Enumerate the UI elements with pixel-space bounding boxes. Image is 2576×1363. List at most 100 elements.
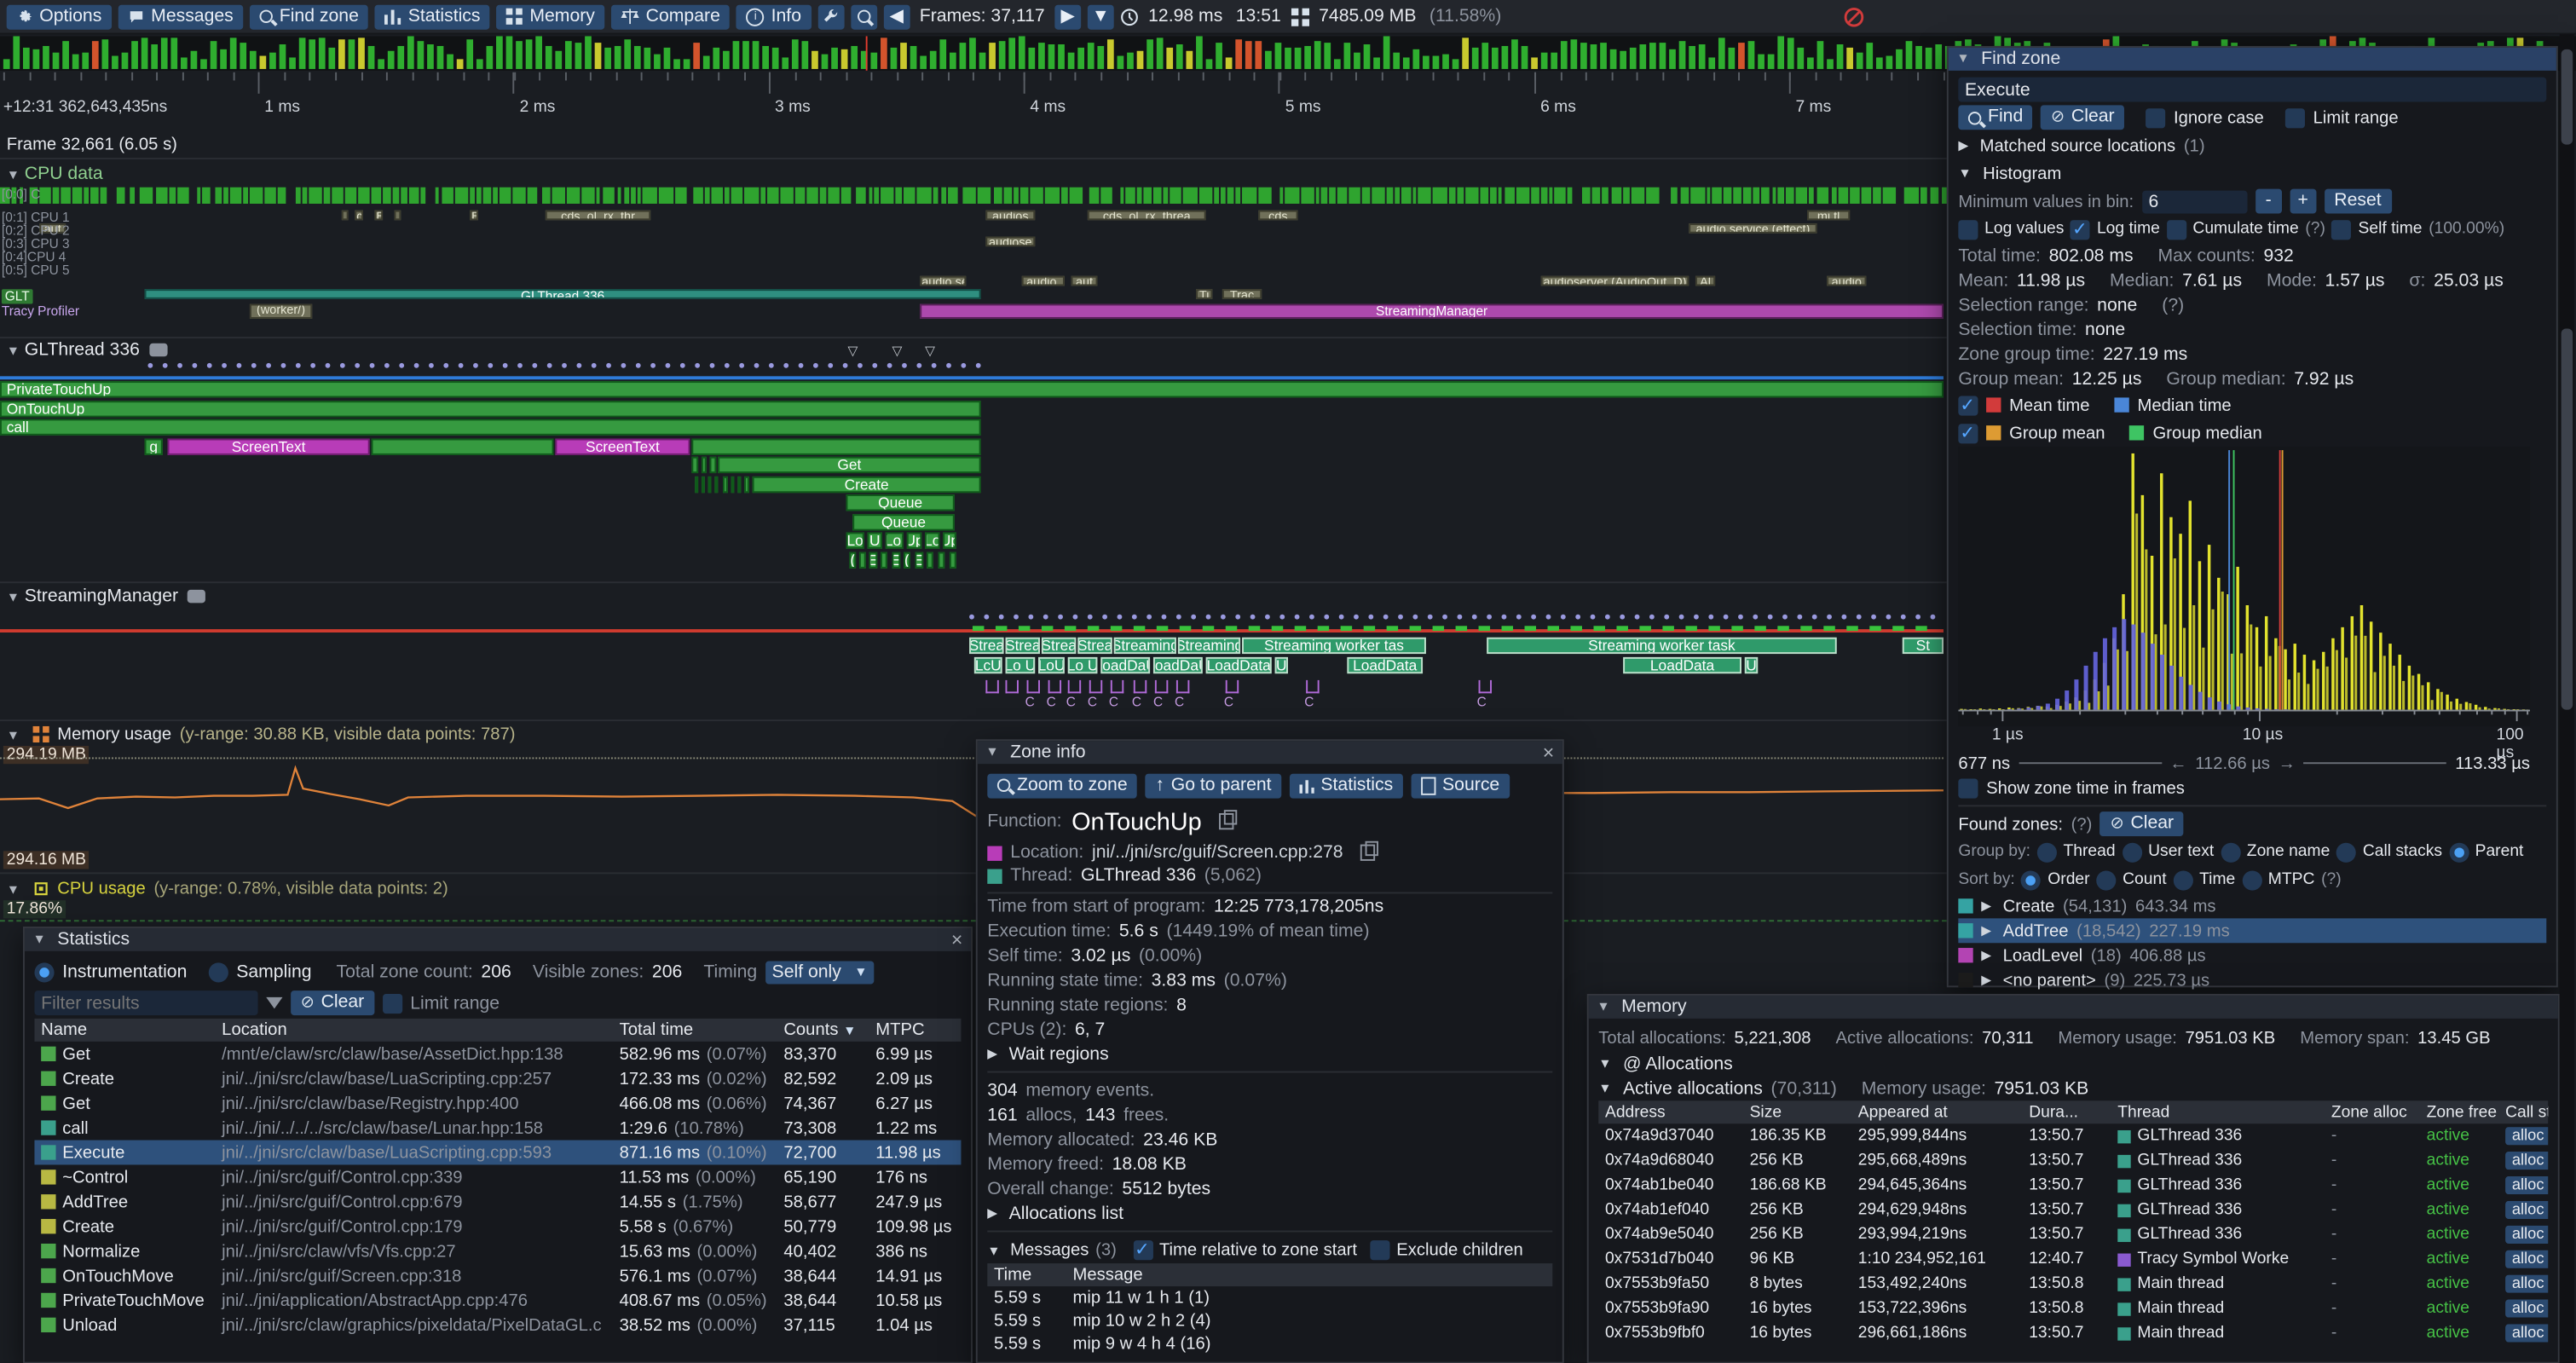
message-mark[interactable]	[1176, 680, 1189, 693]
cpu-activity[interactable]	[1582, 188, 1591, 204]
cpu-activity[interactable]	[1753, 188, 1759, 204]
thread-pin-icon[interactable]	[149, 344, 167, 356]
message-dot[interactable]	[858, 363, 863, 368]
find-button[interactable]: Find	[1958, 105, 2033, 130]
message-dot[interactable]	[1309, 615, 1314, 620]
cpu-activity[interactable]	[933, 188, 939, 204]
zone[interactable]: Lo U	[1006, 657, 1036, 673]
cpu-activity[interactable]	[1321, 188, 1328, 204]
message-dot[interactable]	[592, 363, 597, 368]
message-dot[interactable]	[147, 363, 153, 368]
statistics-row[interactable]: OnTouchMovejni/../jni/src/guif/Screen.cp…	[34, 1263, 961, 1288]
cpu-activity[interactable]	[303, 188, 308, 204]
cpu-activity[interactable]	[1671, 188, 1678, 204]
cpu-activity[interactable]	[840, 188, 851, 204]
radio-call-stacks[interactable]	[2336, 842, 2356, 862]
statistics-row[interactable]: AddTreejni/../jni/src/guif/Control.cpp:6…	[34, 1189, 961, 1214]
cpu-zone[interactable]	[342, 211, 349, 221]
alloc-callstack-button[interactable]: alloc	[2505, 1250, 2548, 1268]
message-dot[interactable]	[1708, 615, 1713, 620]
memory-titlebar[interactable]: ▼ Memory	[1589, 996, 2558, 1019]
cpu-data-section-header[interactable]: ▼ CPU data	[7, 165, 103, 184]
cpu-activity[interactable]	[177, 188, 188, 204]
cpu-activity[interactable]	[880, 188, 893, 204]
cpu-activity[interactable]	[1401, 188, 1412, 204]
alloc-callstack-button[interactable]: alloc	[2505, 1299, 2548, 1317]
memory-plot-header[interactable]: ▼ Memory usage (y-range: 30.88 KB, visib…	[7, 725, 516, 744]
zone[interactable]: Lo U	[1068, 657, 1098, 673]
cpu-activity[interactable]	[1395, 188, 1399, 204]
zone[interactable]: LoadDaU	[1100, 657, 1150, 673]
cpu-zone[interactable]: E	[470, 211, 478, 221]
message-dot[interactable]	[473, 363, 478, 368]
reset-button[interactable]: Reset	[2325, 189, 2392, 214]
message-dot[interactable]	[355, 363, 360, 368]
message-dot[interactable]	[1620, 615, 1625, 620]
message-dot[interactable]	[1649, 615, 1655, 620]
message-dot[interactable]	[680, 363, 685, 368]
message-dot[interactable]	[1339, 615, 1344, 620]
cpu-activity[interactable]	[1832, 188, 1837, 204]
matched-locations-toggle[interactable]: ▶Matched source locations(1)	[1958, 131, 2546, 159]
cpu-activity[interactable]	[441, 188, 453, 204]
scrollbar-thumb[interactable]	[2562, 49, 2573, 145]
scrollbar-thumb[interactable]	[2562, 328, 2573, 709]
zone[interactable]: U	[868, 532, 882, 548]
increase-bin-button[interactable]: +	[2290, 189, 2316, 214]
message-mark[interactable]	[1306, 680, 1319, 693]
message-dot[interactable]	[1738, 615, 1743, 620]
message-dot[interactable]	[414, 363, 419, 368]
cpu-activity[interactable]	[947, 188, 958, 204]
cpu-activity[interactable]	[345, 188, 356, 204]
message-dot[interactable]	[488, 363, 493, 368]
cpu-zone[interactable]: cds_ol_rx_thr	[546, 211, 650, 221]
cpu-activity[interactable]	[1349, 188, 1360, 204]
message-dot[interactable]	[177, 363, 182, 368]
cpu-activity[interactable]	[117, 188, 124, 204]
message-dot[interactable]	[399, 363, 404, 368]
zone[interactable]: Up	[943, 532, 956, 548]
statistics-row[interactable]: Normalizejni/../jni/src/claw/vfs/Vfs.cpp…	[34, 1239, 961, 1263]
alloc-callstack-button[interactable]: alloc	[2505, 1226, 2548, 1244]
message-dot[interactable]	[799, 363, 804, 368]
collapse-arrow-icon[interactable]: ▼	[987, 1243, 1000, 1257]
zone[interactable]: LcU	[974, 657, 1002, 673]
cpu-zone[interactable]: audio.se	[920, 276, 966, 286]
zone[interactable]: Up	[907, 532, 921, 548]
cpu-activity[interactable]	[1480, 188, 1488, 204]
message-dot[interactable]	[251, 363, 257, 368]
cpu-activity[interactable]	[731, 188, 742, 204]
thread-pin-icon[interactable]	[188, 590, 206, 603]
cpu-zone[interactable]: audiose	[985, 237, 1035, 247]
radio-time[interactable]	[2173, 870, 2192, 890]
zone[interactable]: (	[849, 552, 856, 568]
cpu-activity[interactable]	[1126, 188, 1136, 204]
zone[interactable]: Queue	[852, 513, 954, 529]
collapse-arrow-icon[interactable]: ▼	[7, 343, 20, 357]
collapse-arrow-icon[interactable]: ▼	[7, 881, 20, 896]
zone[interactable]: OnTouchUp	[0, 400, 981, 416]
cpu-activity[interactable]	[1013, 188, 1019, 204]
cpu-activity[interactable]	[875, 188, 878, 204]
column-total-time[interactable]: Total time	[613, 1020, 777, 1040]
zone[interactable]	[695, 476, 698, 492]
message-dot[interactable]	[976, 363, 981, 368]
message-dot[interactable]	[1162, 615, 1167, 620]
cpu-activity[interactable]	[1883, 188, 1896, 204]
active-allocations-header[interactable]: ▼ Active allocations (70,311) Memory usa…	[1598, 1076, 2548, 1100]
statistics-row[interactable]: Getjni/../jni/src/claw/base/Registry.hpp…	[34, 1091, 961, 1116]
cpu-activity[interactable]	[1707, 188, 1711, 204]
cpu-activity[interactable]	[567, 188, 580, 204]
cpu-zone[interactable]: mi.tl	[1807, 211, 1850, 221]
statistics-row[interactable]: calljni/../jni/../../../src/claw/base/Lu…	[34, 1116, 961, 1141]
statistics-table-header[interactable]: Name Location Total time Counts ▼ MTPC	[34, 1019, 961, 1042]
cpu-activity[interactable]	[1285, 188, 1299, 204]
message-dot[interactable]	[1901, 615, 1906, 620]
cpu-activity[interactable]	[1498, 188, 1502, 204]
zone[interactable]: Get	[718, 457, 980, 473]
log-values-checkbox[interactable]	[1958, 219, 1978, 239]
close-icon[interactable]: ×	[1543, 742, 1555, 762]
cpu-activity[interactable]	[513, 188, 526, 204]
cpu-zone[interactable]: audio.	[1022, 276, 1065, 286]
message-mark[interactable]	[1006, 680, 1019, 693]
